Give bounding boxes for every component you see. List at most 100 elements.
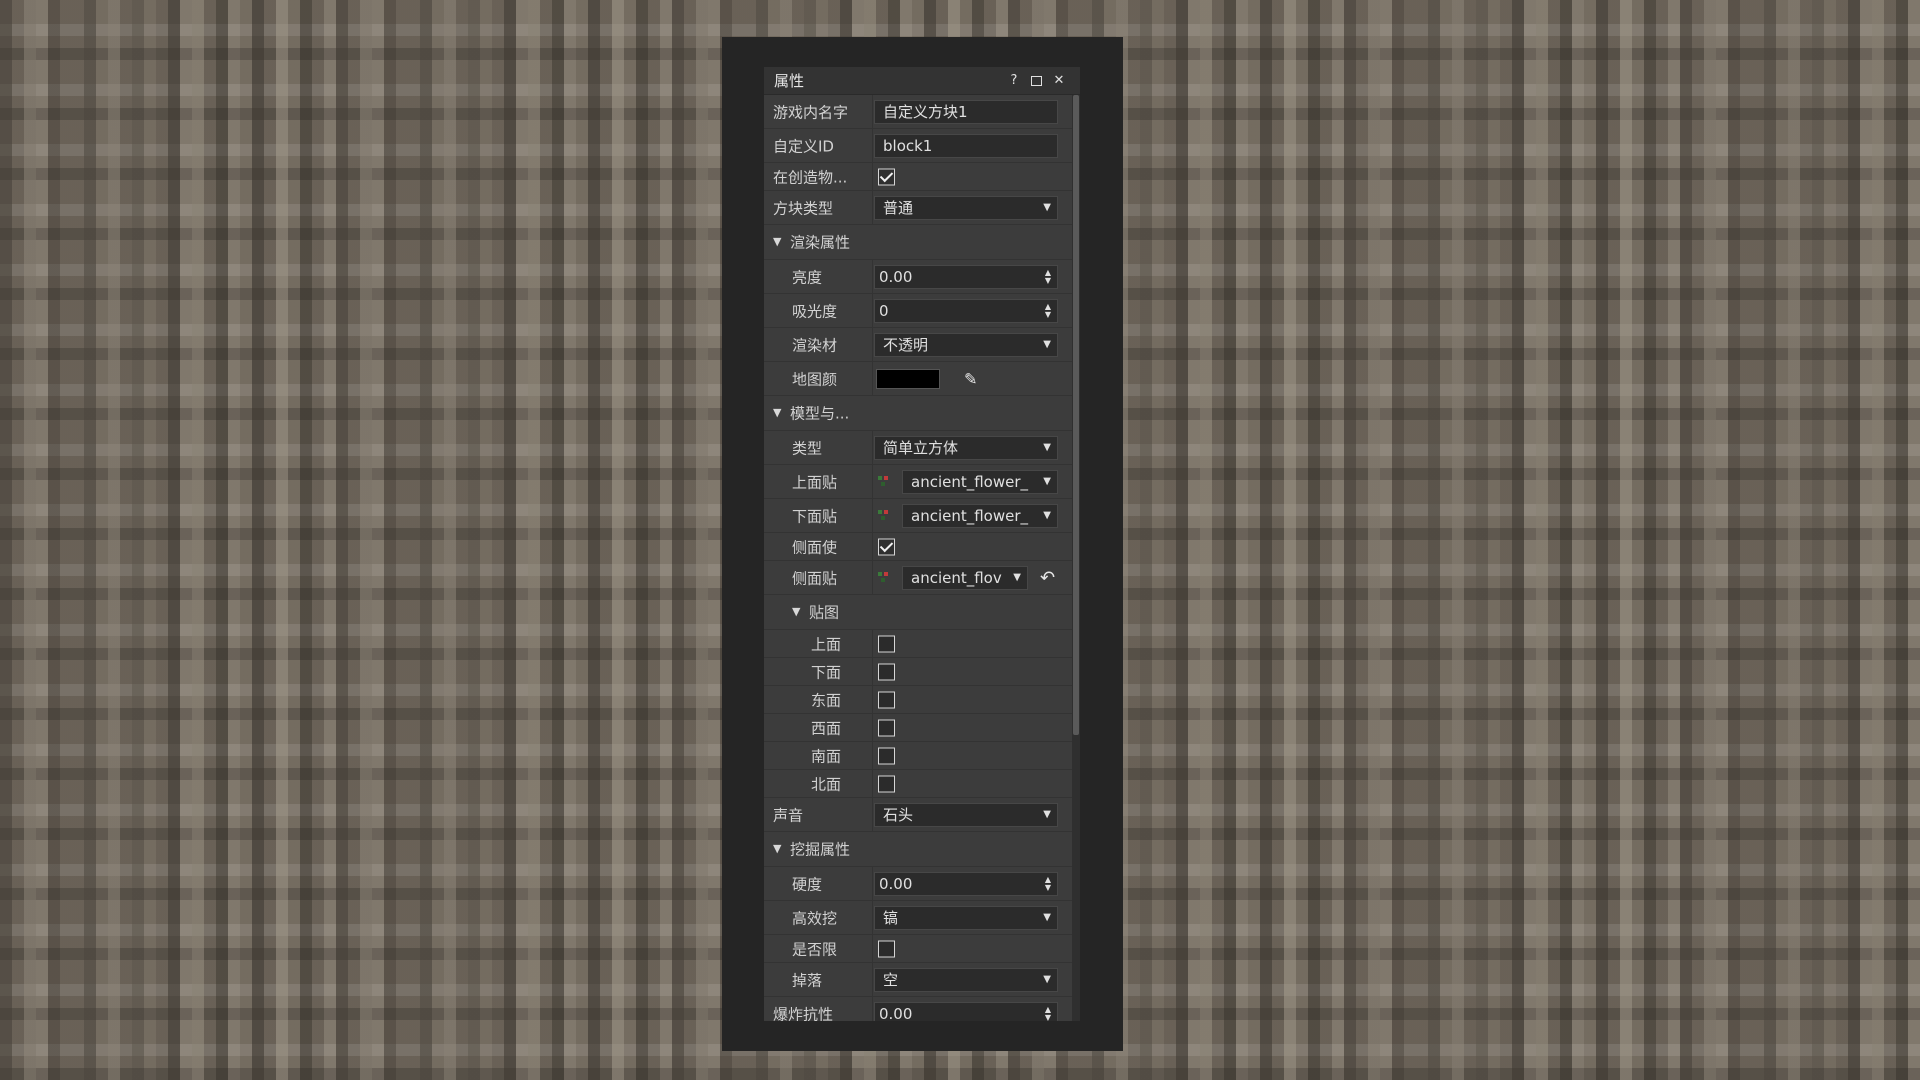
face-label: 下面: [811, 663, 842, 681]
undo-icon[interactable]: ↶: [1040, 567, 1055, 588]
vertical-scrollbar[interactable]: [1072, 95, 1080, 1021]
row-light-absorb: 吸光度 0 ▲ ▼: [764, 294, 1072, 328]
row-face-west: 西面: [764, 714, 1072, 742]
model-type-value: 简单立方体: [883, 438, 959, 457]
row-block-type: 方块类型 普通 ▼: [764, 191, 1072, 225]
row-sound: 声音 石头 ▼: [764, 798, 1072, 832]
render-material-select[interactable]: 不透明 ▼: [874, 332, 1058, 357]
collapse-triangle-icon: ▼: [773, 405, 782, 419]
row-face-north: 北面: [764, 770, 1072, 798]
collapse-triangle-icon: ▼: [773, 841, 782, 855]
face-label: 西面: [811, 719, 842, 737]
section-textures[interactable]: ▼ 贴图: [764, 595, 1072, 630]
row-limit: 是否限: [764, 935, 1072, 963]
game-name-input[interactable]: 自定义方块1: [874, 99, 1058, 124]
render-material-label: 渲染材: [792, 336, 838, 354]
row-explosion-resist: 爆炸抗性 0.00 ▲ ▼: [764, 997, 1072, 1021]
eyedropper-icon[interactable]: ✎: [964, 369, 977, 388]
face-south-checkbox[interactable]: [878, 747, 895, 764]
row-top-texture: 上面贴 ancient_flower_ ▼: [764, 465, 1072, 499]
section-model[interactable]: ▼ 模型与...: [764, 396, 1072, 431]
face-north-checkbox[interactable]: [878, 775, 895, 792]
panel-titlebar: 属性 ? ✕: [764, 67, 1080, 95]
maximize-button[interactable]: [1031, 75, 1042, 86]
face-label: 东面: [811, 691, 842, 709]
section-render[interactable]: ▼ 渲染属性: [764, 225, 1072, 260]
chevron-down-icon: ▼: [1013, 571, 1021, 583]
bottom-texture-select[interactable]: ancient_flower_ ▼: [902, 503, 1058, 528]
panel-title: 属性: [774, 72, 805, 90]
face-label: 上面: [811, 635, 842, 653]
spin-arrows-icon[interactable]: ▲ ▼: [1045, 302, 1051, 319]
custom-id-label: 自定义ID: [773, 137, 834, 155]
creative-label: 在创造物...: [773, 168, 848, 186]
chevron-down-icon: ▼: [1043, 441, 1051, 453]
model-type-label: 类型: [792, 439, 823, 457]
model-type-select[interactable]: 简单立方体 ▼: [874, 435, 1058, 460]
model-section-label: 模型与...: [790, 404, 850, 423]
sound-select[interactable]: 石头 ▼: [874, 802, 1058, 827]
drop-select[interactable]: 空 ▼: [874, 967, 1058, 992]
face-bottom-checkbox[interactable]: [878, 663, 895, 680]
row-face-top: 上面: [764, 630, 1072, 658]
drop-value: 空: [883, 970, 899, 989]
sound-label: 声音: [773, 806, 804, 824]
chevron-down-icon: ▼: [1043, 475, 1051, 487]
row-efficient-tool: 高效挖 镐 ▼: [764, 901, 1072, 935]
explosion-resist-spinbox[interactable]: 0.00 ▲ ▼: [874, 1001, 1058, 1022]
row-face-east: 东面: [764, 686, 1072, 714]
collapse-triangle-icon: ▼: [773, 234, 782, 248]
sound-value: 石头: [883, 805, 914, 824]
chevron-down-icon: ▼: [1043, 201, 1051, 213]
row-hardness: 硬度 0.00 ▲ ▼: [764, 867, 1072, 901]
map-color-swatch[interactable]: [876, 368, 940, 389]
drop-label: 掉落: [792, 971, 823, 989]
limit-checkbox[interactable]: [878, 940, 895, 957]
scrollbar-thumb[interactable]: [1073, 95, 1079, 735]
side-texture-select[interactable]: ancient_flov ▼: [902, 565, 1028, 590]
top-texture-label: 上面贴: [792, 473, 838, 491]
texture-thumbnail-icon: [876, 474, 892, 490]
row-side-texture: 侧面贴 ancient_flov ▼ ↶: [764, 561, 1072, 595]
light-absorb-spinbox[interactable]: 0 ▲ ▼: [874, 298, 1058, 323]
custom-id-input[interactable]: block1: [874, 133, 1058, 158]
face-label: 南面: [811, 747, 842, 765]
explosion-resist-value: 0.00: [879, 1004, 913, 1022]
face-west-checkbox[interactable]: [878, 719, 895, 736]
row-game-name: 游戏内名字 自定义方块1: [764, 95, 1072, 129]
top-texture-select[interactable]: ancient_flower_ ▼: [902, 469, 1058, 494]
brightness-value: 0.00: [879, 267, 913, 286]
efficient-tool-select[interactable]: 镐 ▼: [874, 905, 1058, 930]
textures-section-label: 贴图: [809, 603, 840, 622]
section-mining[interactable]: ▼ 挖掘属性: [764, 832, 1072, 867]
side-texture-value: ancient_flov: [911, 568, 1002, 587]
block-type-select[interactable]: 普通 ▼: [874, 195, 1058, 220]
hardness-spinbox[interactable]: 0.00 ▲ ▼: [874, 871, 1058, 896]
mining-section-label: 挖掘属性: [790, 840, 851, 859]
face-east-checkbox[interactable]: [878, 691, 895, 708]
creative-checkbox[interactable]: [878, 168, 895, 185]
top-texture-value: ancient_flower_: [911, 472, 1029, 491]
spin-arrows-icon[interactable]: ▲ ▼: [1045, 268, 1051, 285]
spin-arrows-icon[interactable]: ▲ ▼: [1045, 1005, 1051, 1021]
face-top-checkbox[interactable]: [878, 635, 895, 652]
help-button[interactable]: ?: [1003, 73, 1025, 88]
block-type-label: 方块类型: [773, 199, 834, 217]
side-use-checkbox[interactable]: [878, 538, 895, 555]
hardness-value: 0.00: [879, 874, 913, 893]
collapse-triangle-icon: ▼: [792, 604, 801, 618]
bottom-texture-label: 下面贴: [792, 507, 838, 525]
brightness-spinbox[interactable]: 0.00 ▲ ▼: [874, 264, 1058, 289]
row-brightness: 亮度 0.00 ▲ ▼: [764, 260, 1072, 294]
brightness-label: 亮度: [792, 268, 823, 286]
row-map-color: 地图颜 ✎: [764, 362, 1072, 396]
chevron-down-icon: ▼: [1043, 509, 1051, 521]
limit-label: 是否限: [792, 940, 838, 958]
row-side-use: 侧面使: [764, 533, 1072, 561]
row-bottom-texture: 下面贴 ancient_flower_ ▼: [764, 499, 1072, 533]
spin-arrows-icon[interactable]: ▲ ▼: [1045, 875, 1051, 892]
map-color-label: 地图颜: [792, 370, 838, 388]
light-absorb-label: 吸光度: [792, 302, 838, 320]
close-button[interactable]: ✕: [1048, 73, 1070, 88]
chevron-down-icon: ▼: [1043, 338, 1051, 350]
